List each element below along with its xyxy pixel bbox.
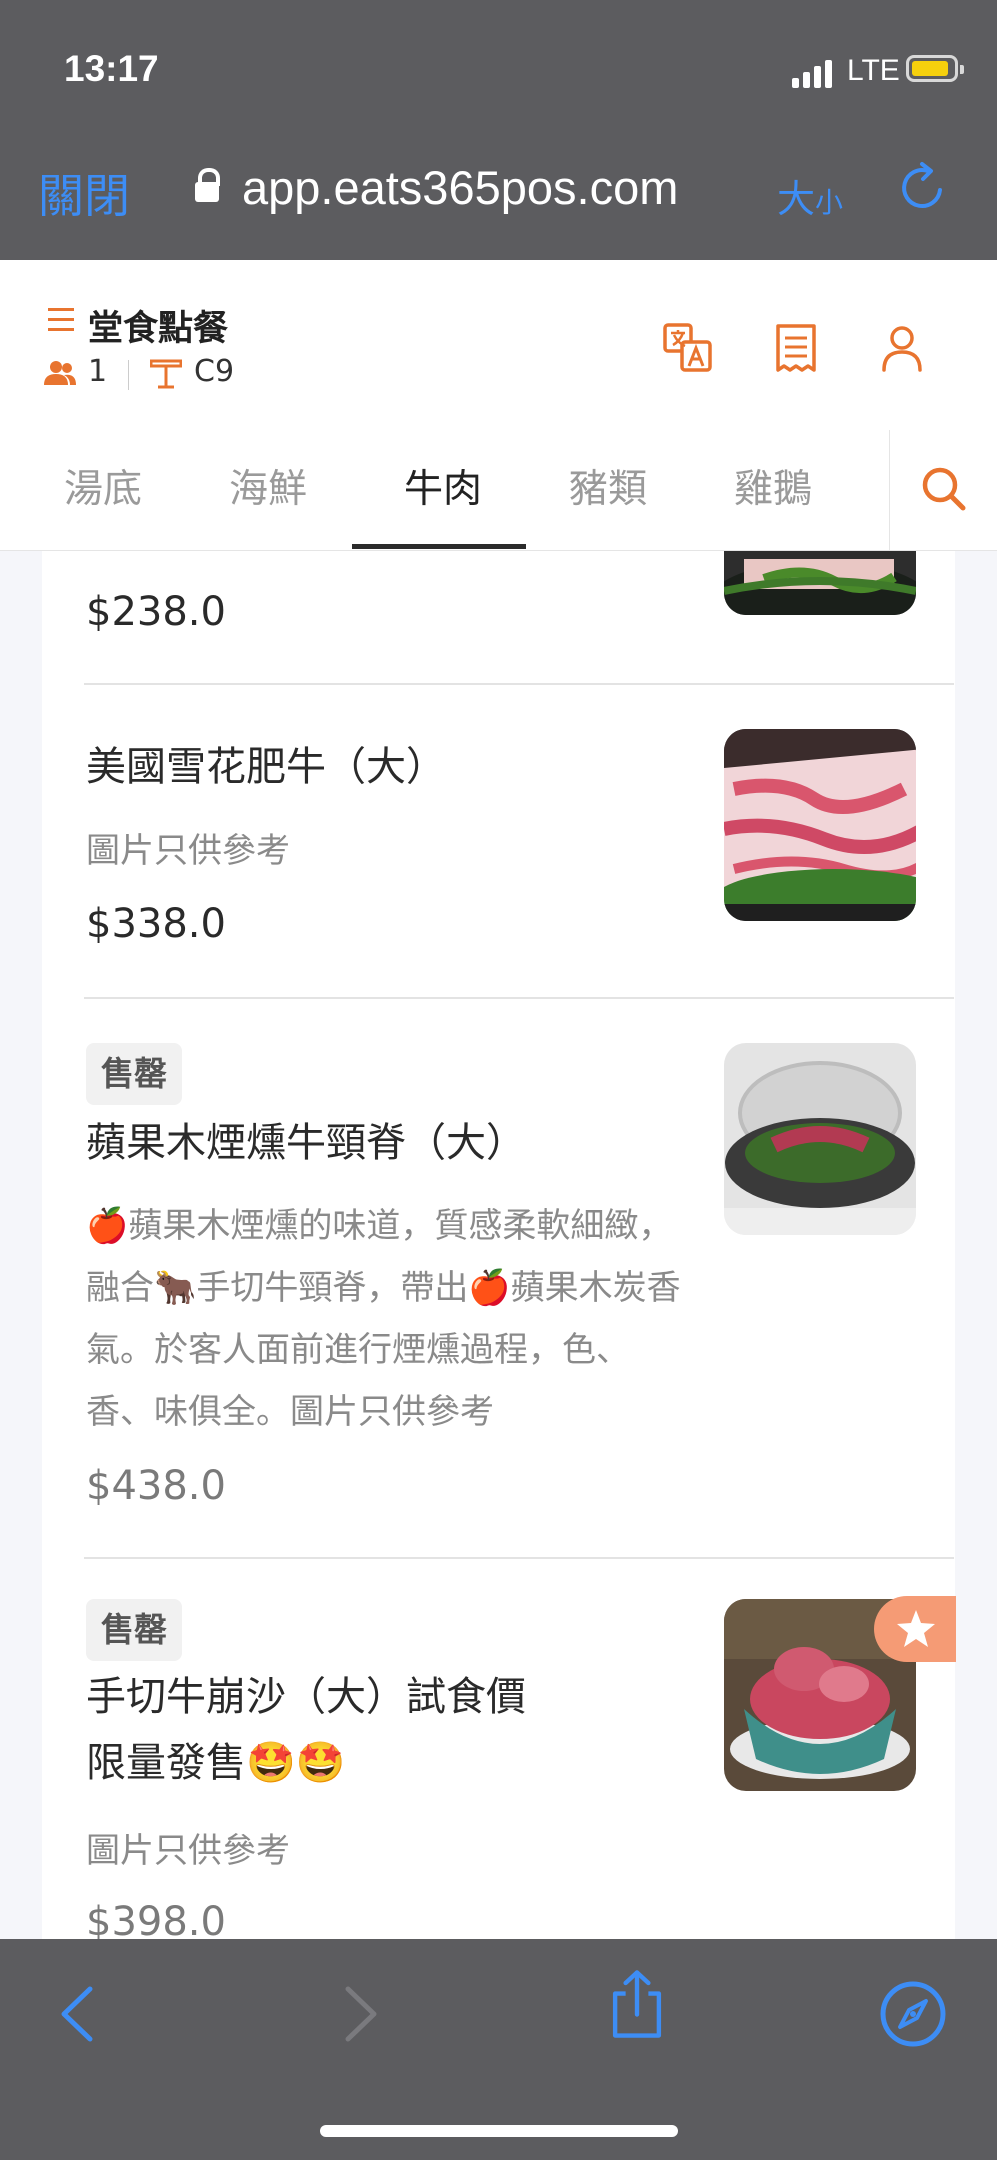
status-bar: 13:17 LTE — [0, 0, 997, 140]
forward-icon[interactable] — [328, 1979, 398, 2049]
item-price: $338.0 — [86, 901, 226, 947]
star-icon — [897, 1610, 935, 1647]
signal-icon — [792, 58, 836, 88]
search-icon — [922, 467, 966, 511]
browser-bar: 關閉 app.eats365pos.com 大小 — [0, 140, 997, 260]
guests-icon — [44, 361, 76, 385]
menu-list: $238.0 美國雪花肥牛（大） 圖片只供參考 $338.0 售罄 蘋果木煙燻牛… — [42, 551, 956, 1939]
active-tab-indicator — [352, 544, 526, 549]
guest-count: 1 — [88, 354, 108, 389]
category-tabs: 湯底 海鮮 牛肉 豬類 雞鵝 — [0, 430, 997, 551]
user-icon[interactable] — [876, 322, 928, 374]
search-button[interactable] — [889, 430, 997, 550]
tab-soup-base[interactable]: 湯底 — [28, 430, 178, 550]
table-icon — [150, 359, 182, 389]
reload-icon[interactable] — [894, 160, 950, 216]
url-text[interactable]: app.eats365pos.com — [242, 160, 678, 215]
item-divider — [84, 1557, 954, 1559]
tab-beef[interactable]: 牛肉 — [368, 430, 518, 550]
home-indicator[interactable] — [320, 2125, 678, 2137]
receipt-icon[interactable] — [770, 322, 822, 374]
dish-image — [724, 1043, 916, 1235]
item-name: 蘋果木煙燻牛頸脊（大） — [86, 1120, 526, 1166]
close-button[interactable]: 關閉 — [38, 160, 130, 226]
translate-icon[interactable] — [662, 322, 714, 374]
menu-icon[interactable] — [48, 308, 74, 332]
item-price: $438.0 — [86, 1463, 226, 1509]
share-icon[interactable] — [602, 1969, 672, 2039]
tab-seafood[interactable]: 海鮮 — [193, 430, 343, 550]
browser-toolbar — [0, 1939, 997, 2160]
text-size-big: 大 — [777, 177, 816, 221]
lock-icon — [195, 168, 220, 208]
item-name-line1: 手切牛崩沙（大）試食價 — [86, 1674, 526, 1720]
item-divider — [84, 997, 954, 999]
back-icon[interactable] — [50, 1979, 120, 2049]
page-title: 堂食點餐 — [88, 309, 229, 349]
item-price: $398.0 — [86, 1899, 226, 1939]
item-name-line2: 限量發售🤩🤩 — [86, 1740, 346, 1786]
tab-pork[interactable]: 豬類 — [533, 430, 683, 550]
item-price: $238.0 — [86, 589, 226, 635]
item-divider — [84, 683, 954, 685]
header-divider — [128, 360, 129, 390]
table-label: C9 — [194, 354, 235, 389]
sold-out-badge: 售罄 — [86, 1043, 182, 1105]
sold-out-badge: 售罄 — [86, 1599, 182, 1661]
featured-badge — [874, 1596, 956, 1662]
tab-poultry[interactable]: 雞鵝 — [698, 430, 848, 550]
text-size-button[interactable]: 大小 — [777, 168, 843, 223]
compass-icon[interactable] — [878, 1979, 948, 2049]
battery-icon — [906, 55, 964, 82]
item-name: 美國雪花肥牛（大） — [86, 744, 446, 790]
status-time: 13:17 — [64, 48, 159, 89]
item-note: 圖片只供參考 — [86, 831, 290, 871]
menu-content: $238.0 美國雪花肥牛（大） 圖片只供參考 $338.0 售罄 蘋果木煙燻牛… — [0, 551, 997, 1939]
network-label: LTE — [847, 54, 900, 87]
app-header: 堂食點餐 1 C9 — [0, 260, 997, 431]
item-note: 圖片只供參考 — [86, 1831, 290, 1871]
text-size-small: 小 — [815, 186, 844, 219]
dish-image — [724, 551, 916, 615]
dish-image — [724, 729, 916, 921]
item-description: 🍎蘋果木煙燻的味道，質感柔軟細緻，融合🐂手切牛頸脊，帶出🍎蘋果木炭香氣。於客人面… — [86, 1206, 681, 1432]
